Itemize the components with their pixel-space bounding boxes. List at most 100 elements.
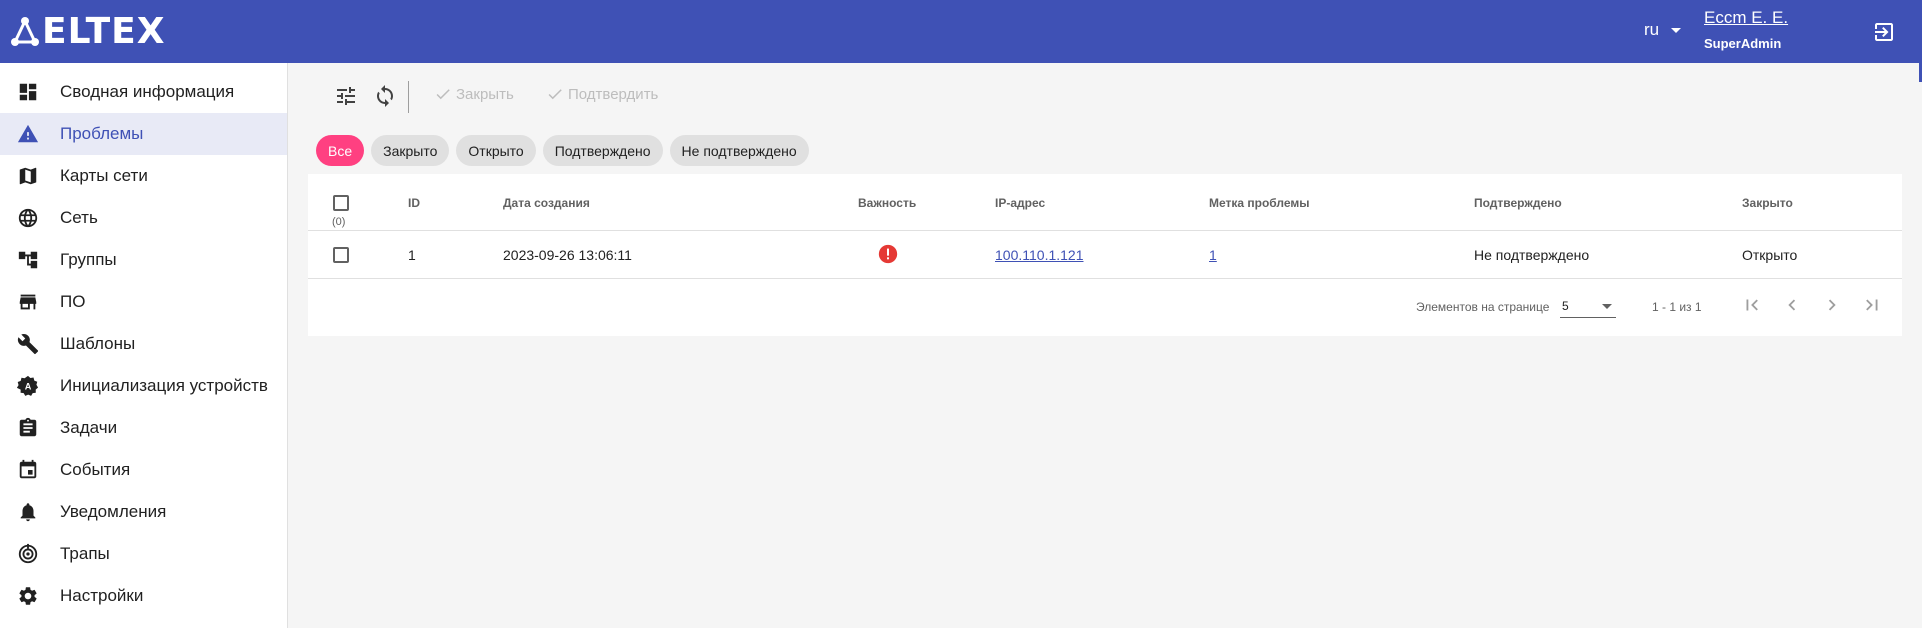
row-checkbox[interactable] (333, 247, 349, 263)
sidebar-item-label: Карты сети (60, 166, 148, 185)
page-range: 1 - 1 из 1 (1652, 300, 1702, 314)
sidebar-item-label: Трапы (60, 544, 110, 563)
map-icon (16, 164, 40, 188)
warning-icon (16, 122, 40, 146)
sidebar-item-groups[interactable]: Группы (0, 239, 287, 281)
logout-icon (1875, 23, 1893, 41)
dashboard-icon (16, 80, 40, 104)
header-divider (308, 230, 1902, 231)
cell-ip-link[interactable]: 100.110.1.121 (995, 247, 1084, 263)
tune-icon (337, 87, 355, 105)
gear-icon (16, 584, 40, 608)
items-per-page-value: 5 (1562, 299, 1569, 313)
column-header-confirmed[interactable]: Подтверждено (1474, 196, 1562, 210)
cell-confirmed: Не подтверждено (1474, 247, 1590, 263)
row-divider (308, 278, 1902, 279)
cell-problem-label-link[interactable]: 1 (1209, 247, 1217, 263)
chip-closed[interactable]: Закрыто (371, 135, 450, 166)
column-header-created[interactable]: Дата создания (503, 196, 590, 210)
sidebar: Сводная информация Проблемы Карты сети С… (0, 63, 288, 628)
globe-icon (16, 206, 40, 230)
sidebar-item-events[interactable]: События (0, 449, 287, 491)
items-per-page-label: Элементов на странице (1416, 300, 1550, 314)
bell-icon (16, 500, 40, 524)
chip-not-confirmed[interactable]: Не подтверждено (669, 135, 809, 166)
column-header-closed[interactable]: Закрыто (1742, 196, 1793, 210)
check-icon (548, 89, 562, 100)
problems-table: (0) ID Дата создания Важность IP-адрес М… (308, 174, 1902, 336)
critical-severity-icon (878, 244, 898, 269)
auto-gear-icon: A (16, 374, 40, 398)
chip-open[interactable]: Открыто (456, 135, 536, 166)
sidebar-item-network-maps[interactable]: Карты сети (0, 155, 287, 197)
first-page-button[interactable] (1740, 293, 1764, 317)
store-icon (16, 290, 40, 314)
app-header: ELTEX ru Eccm E. E. SuperAdmin (0, 0, 1922, 63)
chip-all[interactable]: Все (316, 135, 365, 166)
logo-text: ELTEX (42, 11, 166, 52)
column-header-problem-label[interactable]: Метка проблемы (1209, 196, 1310, 210)
sidebar-item-label: ПО (60, 292, 86, 311)
sidebar-item-traps[interactable]: Трапы (0, 533, 287, 575)
sidebar-item-label: Задачи (60, 418, 118, 437)
language-value: ru (1644, 20, 1660, 39)
chevron-down-icon (1671, 27, 1682, 33)
close-problem-button[interactable]: Закрыть (434, 85, 514, 103)
sidebar-item-label: Инициализация устройств (60, 376, 268, 395)
eltex-logo[interactable]: ELTEX (10, 14, 165, 50)
refresh-button[interactable] (372, 83, 398, 109)
next-page-button[interactable] (1820, 293, 1844, 317)
sidebar-item-network[interactable]: Сеть (0, 197, 287, 239)
sidebar-item-label: Шаблоны (60, 334, 136, 353)
sidebar-item-label: События (60, 460, 131, 479)
sidebar-item-summary[interactable]: Сводная информация (0, 71, 287, 113)
logo-mark-icon (11, 17, 39, 46)
sidebar-item-label: Сеть (60, 208, 98, 227)
prev-page-button[interactable] (1780, 293, 1804, 317)
filter-settings-button[interactable] (333, 83, 359, 109)
chip-confirmed[interactable]: Подтверждено (542, 135, 663, 166)
calendar-icon (16, 458, 40, 482)
sidebar-item-device-init[interactable]: A Инициализация устройств (0, 365, 287, 407)
cell-id: 1 (408, 247, 416, 263)
cell-closed: Открыто (1742, 247, 1798, 263)
sidebar-item-templates[interactable]: Шаблоны (0, 323, 287, 365)
sidebar-item-problems[interactable]: Проблемы (0, 113, 287, 155)
items-per-page-select[interactable]: 5 (1560, 294, 1616, 318)
user-name-link[interactable]: Eccm E. E. (1704, 8, 1788, 28)
last-page-button[interactable] (1860, 293, 1884, 317)
sidebar-item-tasks[interactable]: Задачи (0, 407, 287, 449)
hierarchy-icon (16, 248, 40, 272)
first-page-icon (1746, 299, 1758, 311)
cell-created: 2023-09-26 13:06:11 (503, 247, 632, 263)
problems-toolbar: Закрыть Подтвердить (308, 65, 1902, 127)
sidebar-item-label: Уведомления (60, 502, 167, 521)
logout-button[interactable] (1872, 20, 1896, 49)
chevron-left-icon (1788, 299, 1796, 311)
sidebar-item-settings[interactable]: Настройки (0, 575, 287, 617)
check-icon (436, 89, 450, 100)
column-header-severity[interactable]: Важность (858, 196, 916, 210)
column-header-id[interactable]: ID (408, 196, 420, 210)
close-problem-label: Закрыть (456, 85, 514, 103)
selected-count: (0) (332, 216, 346, 228)
status-filter-chips: Все Закрыто Открыто Подтверждено Не подт… (316, 135, 816, 166)
language-selector[interactable]: ru (1644, 20, 1682, 40)
sidebar-item-label: Сводная информация (60, 82, 235, 101)
trap-icon (16, 542, 40, 566)
sidebar-item-notifications[interactable]: Уведомления (0, 491, 287, 533)
svg-text:A: A (25, 382, 32, 392)
sync-icon (377, 85, 393, 107)
toolbar-divider (408, 81, 409, 113)
chevron-down-icon (1602, 304, 1612, 309)
confirm-problem-button[interactable]: Подтвердить (546, 85, 658, 103)
user-role: SuperAdmin (1704, 36, 1782, 51)
last-page-icon (1866, 299, 1878, 311)
sidebar-item-label: Проблемы (60, 124, 144, 143)
user-info: Eccm E. E. SuperAdmin (1704, 8, 1788, 51)
chevron-right-icon (1828, 299, 1836, 311)
select-all-checkbox[interactable] (333, 195, 349, 211)
confirm-problem-label: Подтвердить (568, 85, 659, 103)
column-header-ip[interactable]: IP-адрес (995, 196, 1045, 210)
sidebar-item-software[interactable]: ПО (0, 281, 287, 323)
